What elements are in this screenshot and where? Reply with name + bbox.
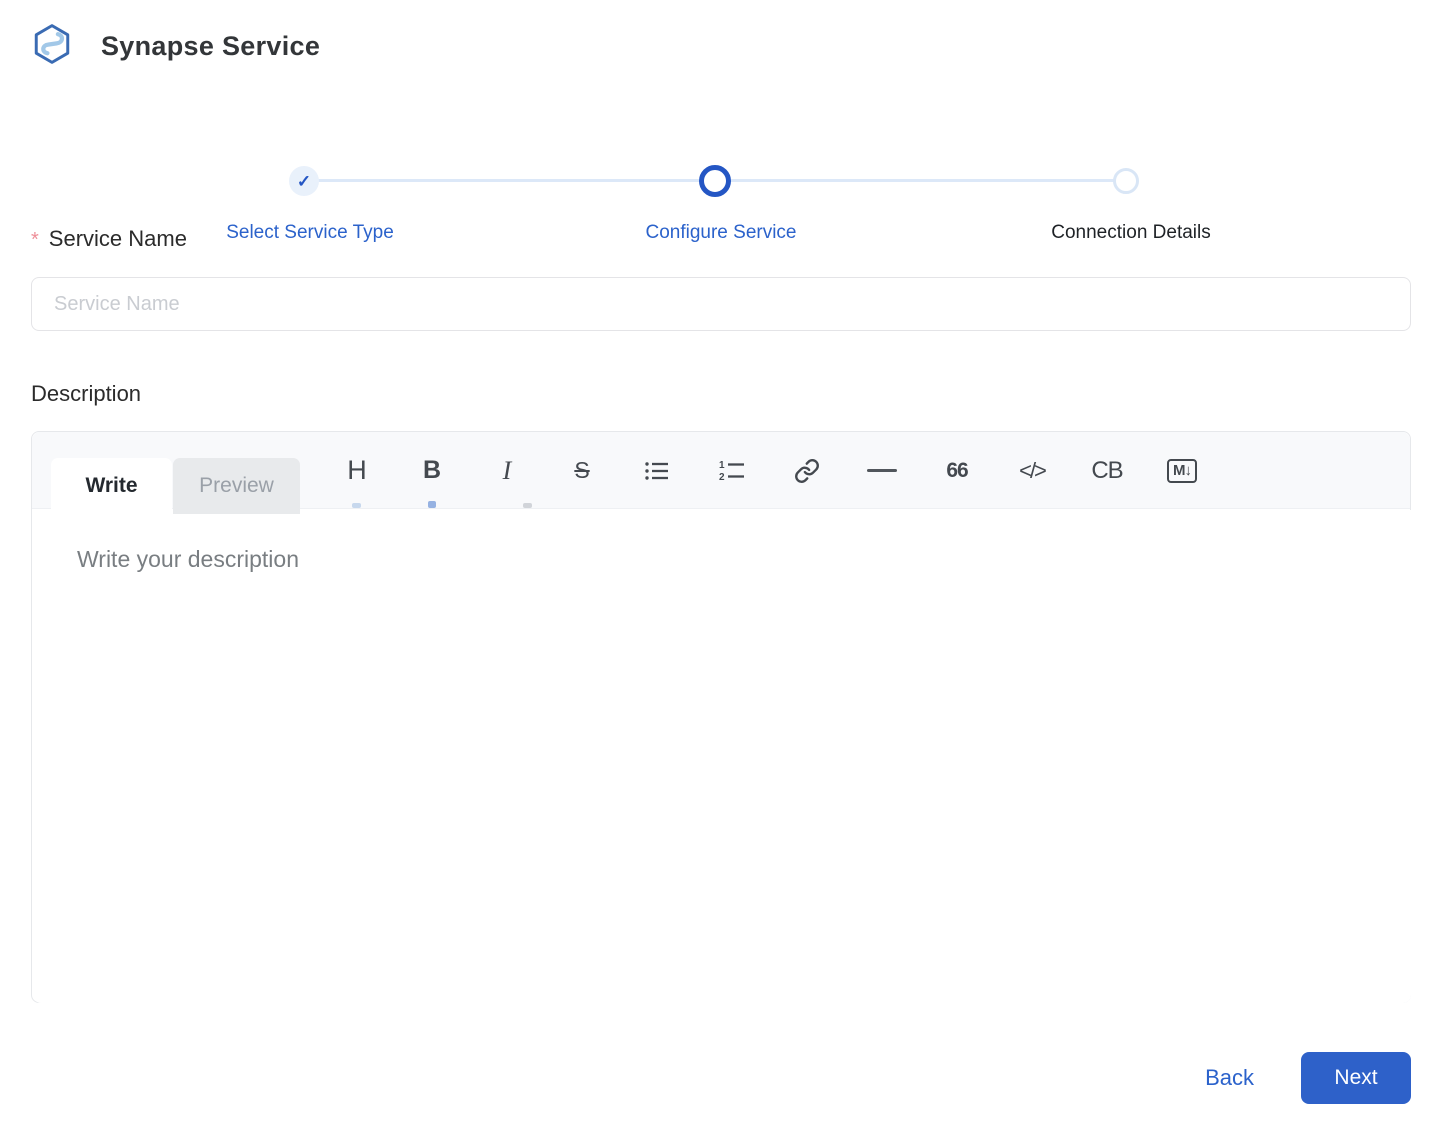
strikethrough-icon[interactable]: S [562,449,602,493]
service-name-label: Service Name [49,226,187,251]
service-name-label-row: * Service Name [31,226,187,252]
svg-text:1: 1 [719,460,725,471]
editor-toolbar: H B I S 1 2 [337,432,1202,509]
add-service-page: { "colors": { "primary": "#2b62cb", "pri… [0,0,1442,1146]
tab-preview[interactable]: Preview [173,458,300,514]
next-button[interactable]: Next [1301,1052,1411,1104]
step-label-configure-service[interactable]: Configure Service [645,222,796,244]
stepper: ✓ Select Service Type Configure Service … [0,78,1442,178]
shortcut-hint-artifact [428,501,436,508]
shortcut-hint-artifact [352,503,361,508]
link-icon[interactable] [787,449,827,493]
description-editor: Write Preview H B I S 1 [31,431,1411,1003]
horizontal-rule-icon[interactable] [862,449,902,493]
check-icon: ✓ [297,173,311,190]
heading-icon[interactable]: H [337,449,377,493]
app-header: Synapse Service [31,20,320,73]
svg-text:2: 2 [719,472,725,483]
bullet-list-icon[interactable] [637,449,677,493]
step-completed-circle[interactable]: ✓ [289,166,319,196]
quote-icon[interactable]: 66 [937,449,977,493]
bold-icon[interactable]: B [412,449,452,493]
back-button[interactable]: Back [1205,1065,1254,1091]
service-name-input[interactable] [31,277,1411,331]
markdown-icon[interactable]: M↓ [1162,449,1202,493]
step-active-circle[interactable] [699,165,731,197]
code-icon[interactable]: </> [1012,449,1052,493]
required-asterisk: * [31,229,39,251]
shortcut-hint-artifact [523,503,532,508]
synapse-hexagon-logo [31,20,73,73]
code-block-icon[interactable]: CB [1087,449,1127,493]
tab-write[interactable]: Write [51,458,172,514]
italic-icon[interactable]: I [487,449,527,493]
step-pending-circle[interactable] [1113,168,1139,194]
step-label-select-service-type[interactable]: Select Service Type [226,222,394,244]
numbered-list-icon[interactable]: 1 2 [712,449,752,493]
tab-preview-label: Preview [199,474,274,498]
editor-toolbar-bar: Write Preview H B I S 1 [32,432,1410,509]
page-title: Synapse Service [101,31,320,62]
description-textarea[interactable] [33,510,1411,1003]
footer-actions: Back Next [0,1052,1442,1104]
step-label-connection-details[interactable]: Connection Details [1051,222,1210,244]
tab-write-label: Write [85,474,137,498]
description-label: Description [31,381,141,407]
